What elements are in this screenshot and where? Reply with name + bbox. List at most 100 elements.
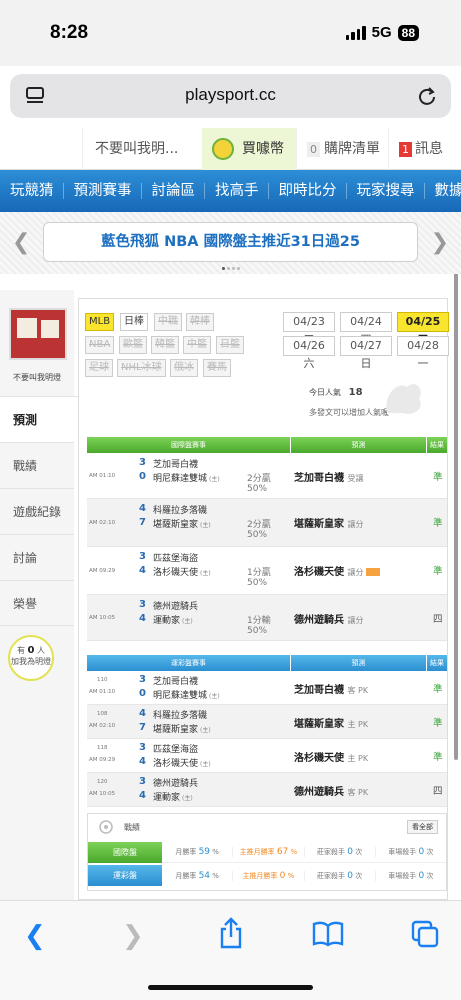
share-icon[interactable] <box>218 917 244 949</box>
pick-type: 讓分 <box>347 520 364 529</box>
follower-count: 0 <box>27 645 35 656</box>
result: 四 <box>433 786 443 797</box>
sidebar-item-record[interactable]: 戰績 <box>0 442 74 488</box>
team-home-name: 洛杉磯天使 <box>153 759 199 769</box>
league-chn-bb[interactable]: 中籃 <box>183 336 211 354</box>
game-number: 110 <box>97 677 108 683</box>
pick-team: 洛杉磯天使 <box>294 567 344 578</box>
league-nba[interactable]: NBA <box>85 336 115 354</box>
team-home-name: 明尼蘇達雙城 <box>153 691 208 701</box>
team-home: 運動家 (主) <box>153 790 193 803</box>
view-all-button[interactable]: 看全部 <box>407 820 438 834</box>
league-npb[interactable]: 日棒 <box>120 313 148 331</box>
sidebar-item-predict[interactable]: 預測 <box>0 396 80 442</box>
record-box: 戰績 看全部 國際盤 月勝率 59 % 主推月勝率 67 % 莊家殺手 0 次 … <box>87 813 447 891</box>
nav-item[interactable]: 即時比分 <box>269 183 347 199</box>
result: 準 <box>433 566 443 577</box>
tabs-icon[interactable] <box>410 919 440 949</box>
league-horse[interactable]: 賽馬 <box>203 359 231 377</box>
line-pct: 50% <box>247 578 268 588</box>
main-panel: MLB 日棒 中職 韓棒 NBA 歐籃 韓籃 中籃 日籃 足球 NHL冰球 俄冰… <box>78 298 449 900</box>
game-time: AM 09:29 <box>89 568 116 574</box>
line-pct: 50% <box>247 530 268 540</box>
score-home: 4 <box>139 613 146 624</box>
home-indicator <box>148 985 313 990</box>
chevron-left-icon[interactable]: ❮ <box>12 230 30 255</box>
team-home-name: 堪薩斯皇家 <box>153 725 199 735</box>
signal-icon <box>345 25 366 40</box>
carousel-dots <box>222 267 240 270</box>
score-away: 3 <box>139 551 146 562</box>
bookmarks-icon[interactable] <box>312 921 344 947</box>
pick-type: 主 PK <box>347 754 369 763</box>
game-time: AM 01:10 <box>89 689 116 695</box>
chevron-right-icon[interactable]: ❯ <box>431 230 449 255</box>
back-icon[interactable]: ❮ <box>24 921 46 951</box>
promo-banner: ❮ 藍色飛狐 NBA 國際盤主推近31日過25 ❯ <box>0 212 461 274</box>
league-nhl[interactable]: NHL冰球 <box>117 359 166 377</box>
date-0426[interactable]: 04/26 六 <box>283 336 335 370</box>
result: 準 <box>433 472 443 483</box>
lottery-header: 運彩盤賽事 預測 結果 <box>87 655 447 671</box>
score-home: 7 <box>139 517 146 528</box>
cart-count: 0 <box>307 142 320 157</box>
sidebar-item-discussion[interactable]: 討論 <box>0 534 74 580</box>
date-0425[interactable]: 04/25 五 <box>397 312 449 346</box>
pick-team: 德州遊騎兵 <box>294 615 344 626</box>
buy-coin-button[interactable]: 買噱幣 <box>202 128 296 170</box>
pick: 洛杉磯天使 主 PK <box>294 749 368 764</box>
game-time: AM 02:10 <box>89 520 116 526</box>
avatar[interactable] <box>9 308 67 360</box>
date-0427[interactable]: 04/27 日 <box>340 336 392 370</box>
nav-item[interactable]: 數據 <box>425 183 461 199</box>
game-time: AM 10:05 <box>89 791 116 797</box>
pick-type: 客 PK <box>347 686 369 695</box>
league-cpbl[interactable]: 中職 <box>154 313 182 331</box>
message-badge: 1 <box>399 142 412 157</box>
nav-item[interactable]: 玩競猜 <box>0 183 64 199</box>
team-home-name: 明尼蘇達雙城 <box>153 474 208 484</box>
table-row: 120 AM 10:05 3 4 德州遊騎兵 運動家 (主) 德州遊騎兵 客 PK 四 <box>87 773 447 807</box>
result: 四 <box>433 614 443 625</box>
line: 1分輸 <box>247 616 271 626</box>
reload-icon[interactable] <box>417 86 437 106</box>
pick-type: 受讓 <box>347 474 364 483</box>
team-away: 芝加哥白襪 <box>153 460 199 470</box>
league-soccer[interactable]: 足球 <box>85 359 113 377</box>
target-icon <box>99 820 113 834</box>
pick-team: 堪薩斯皇家 <box>294 519 344 530</box>
league-mlb[interactable]: MLB <box>85 313 115 331</box>
lightbulb-icon[interactable]: 有 0 人 加我為明燈 <box>8 635 54 681</box>
game-number: 120 <box>97 779 108 785</box>
coin-icon <box>212 138 234 160</box>
sidebar-item-honor[interactable]: 榮譽 <box>0 580 74 626</box>
league-kbo[interactable]: 韓棒 <box>186 313 214 331</box>
date-0423[interactable]: 04/23 三 <box>283 312 335 346</box>
home-marker: (主) <box>200 727 211 734</box>
nav-item[interactable]: 找高手 <box>205 183 269 199</box>
url-text[interactable]: playsport.cc <box>10 85 451 105</box>
username-link[interactable]: 不要叫我明... <box>82 128 202 170</box>
sidebar-item-game-history[interactable]: 遊戲紀錄 <box>0 488 74 534</box>
sidebar-username: 不要叫我明燈 <box>13 373 61 382</box>
forward-icon[interactable]: ❯ <box>122 921 144 951</box>
nav-item[interactable]: 玩家搜尋 <box>347 183 425 199</box>
game-time: AM 09:29 <box>89 757 116 763</box>
pick-team: 堪薩斯皇家 <box>294 719 344 730</box>
table-row: 118 AM 09:29 3 4 匹茲堡海盜 洛杉磯天使 (主) 洛杉磯天使 主 PK 準 <box>87 739 447 773</box>
address-bar[interactable]: playsport.cc <box>10 74 451 118</box>
nav-item[interactable]: 討論區 <box>142 183 205 199</box>
league-kor-bb[interactable]: 韓籃 <box>151 336 179 354</box>
table-row: AM 10:05 3 4 德州遊騎兵 運動家 (主) 1分輸 50% 德州遊騎兵 讓分四 <box>87 595 447 641</box>
table-row: 110 AM 01:10 3 0 芝加哥白襪 明尼蘇達雙城 (主) 芝加哥白襪 客 PK 準 <box>87 671 447 705</box>
cart-button[interactable]: 0 購牌清單 <box>296 128 388 170</box>
league-khl[interactable]: 俄冰 <box>170 359 198 377</box>
banner-link[interactable]: 藍色飛狐 NBA 國際盤主推近31日過25 <box>43 222 418 262</box>
main-nav: 玩競猜 預測賽事 討論區 找高手 即時比分 玩家搜尋 數據 <box>0 170 461 212</box>
date-0428[interactable]: 04/28 一 <box>397 336 449 370</box>
league-jpn-bb[interactable]: 日籃 <box>216 336 244 354</box>
nav-item[interactable]: 預測賽事 <box>64 183 142 199</box>
date-0424[interactable]: 04/24 四 <box>340 312 392 346</box>
league-euro-bb[interactable]: 歐籃 <box>119 336 147 354</box>
messages-button[interactable]: 1 訊息 <box>388 128 461 170</box>
